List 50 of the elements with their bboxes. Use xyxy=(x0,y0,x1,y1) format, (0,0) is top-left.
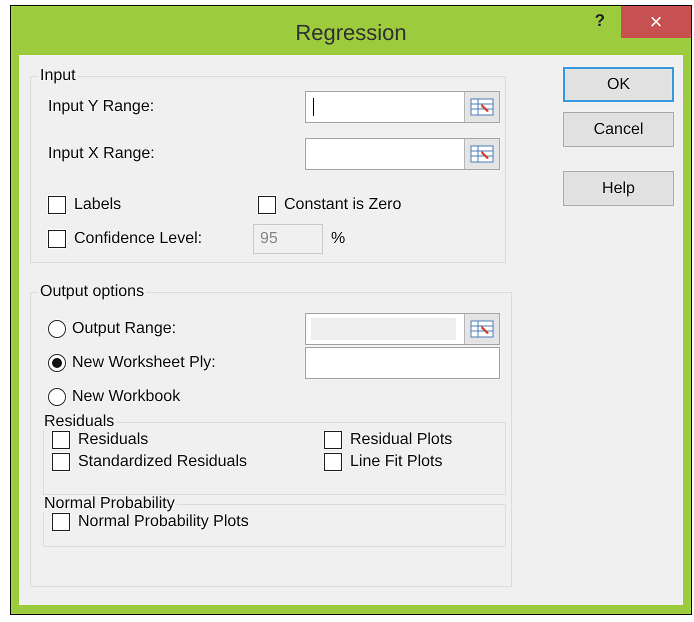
range-select-button[interactable] xyxy=(464,138,499,168)
checkbox[interactable] xyxy=(52,453,70,471)
checkbox-label: Confidence Level: xyxy=(74,230,202,248)
radio-button[interactable] xyxy=(48,354,66,372)
range-select-button[interactable] xyxy=(464,92,499,122)
dialog-button[interactable]: Cancel xyxy=(563,112,674,147)
checkbox-label: Line Fit Plots xyxy=(350,453,442,471)
checkbox[interactable] xyxy=(324,453,342,471)
radio-label: New Workbook xyxy=(72,388,180,406)
dialog-button[interactable]: Help xyxy=(563,171,674,206)
checkbox-label: Constant is Zero xyxy=(284,196,402,214)
checkbox-option[interactable]: Standardized Residuals xyxy=(52,453,324,471)
output-input-field[interactable] xyxy=(305,347,500,379)
checkbox-option[interactable]: Residual Plots xyxy=(324,431,505,449)
group-title: Output options xyxy=(39,283,146,301)
group-title: Input xyxy=(39,67,77,85)
field-label: Input X Range: xyxy=(48,144,156,162)
radio-option[interactable]: Output Range: xyxy=(48,320,305,338)
checkbox[interactable] xyxy=(48,196,66,214)
field-label: Input Y Range: xyxy=(48,98,156,116)
checkbox[interactable] xyxy=(52,513,70,531)
checkbox-option[interactable]: Line Fit Plots xyxy=(324,453,505,471)
checkbox-label: Labels xyxy=(74,196,122,214)
dialog-button[interactable]: OK xyxy=(563,67,674,102)
radio-label: New Worksheet Ply: xyxy=(72,354,216,372)
radio-option[interactable]: New Worksheet Ply: xyxy=(48,354,305,372)
checkbox[interactable] xyxy=(52,431,70,449)
group-title: Normal Probability xyxy=(43,495,176,513)
checkbox-label: Residual Plots xyxy=(350,431,452,449)
radio-label: Output Range: xyxy=(72,320,176,338)
window-title: Regression xyxy=(295,20,407,46)
close-button[interactable]: × xyxy=(621,6,691,38)
checkbox-option[interactable]: Residuals xyxy=(52,431,324,449)
checkbox-option[interactable]: Constant is Zero xyxy=(258,196,505,214)
checkbox-label: Normal Probability Plots xyxy=(78,513,249,531)
checkbox[interactable] xyxy=(48,230,66,248)
checkbox-label: Residuals xyxy=(78,431,148,449)
checkbox-option[interactable]: Normal Probability Plots xyxy=(52,513,505,531)
checkbox[interactable] xyxy=(324,431,342,449)
checkbox-label: Standardized Residuals xyxy=(78,453,247,471)
checkbox-option[interactable]: Labels xyxy=(48,196,258,214)
range-input-field[interactable] xyxy=(305,90,500,122)
help-button[interactable]: ? xyxy=(588,10,611,32)
range-input-field[interactable] xyxy=(305,138,500,170)
checkbox[interactable] xyxy=(258,196,276,214)
radio-button[interactable] xyxy=(48,388,66,406)
group-title: Residuals xyxy=(43,413,116,431)
radio-option[interactable]: New Workbook xyxy=(48,388,305,406)
percent-unit: % xyxy=(331,230,346,248)
radio-button[interactable] xyxy=(48,320,66,338)
